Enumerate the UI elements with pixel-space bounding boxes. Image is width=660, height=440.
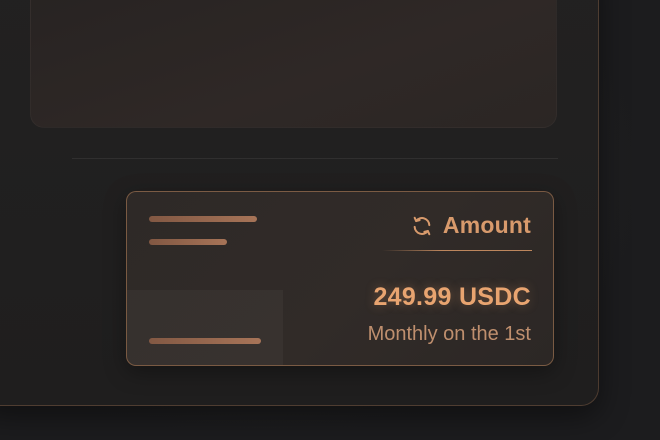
amount-header: Amount	[411, 212, 531, 239]
amount-schedule: Monthly on the 1st	[367, 323, 531, 345]
placeholder-block	[127, 290, 283, 365]
header-rule	[382, 250, 532, 251]
amount-card[interactable]: Amount 249.99 USDC Monthly on the 1st	[126, 191, 554, 366]
section-divider	[72, 158, 558, 159]
amount-value: 249.99 USDC	[373, 283, 531, 311]
app-canvas: Amount 249.99 USDC Monthly on the 1st	[0, 0, 660, 440]
skeleton-line	[149, 338, 261, 344]
skeleton-line	[149, 239, 227, 245]
refresh-icon	[411, 215, 433, 237]
upper-card	[30, 0, 557, 128]
amount-title: Amount	[442, 212, 531, 238]
skeleton-line	[149, 216, 257, 222]
